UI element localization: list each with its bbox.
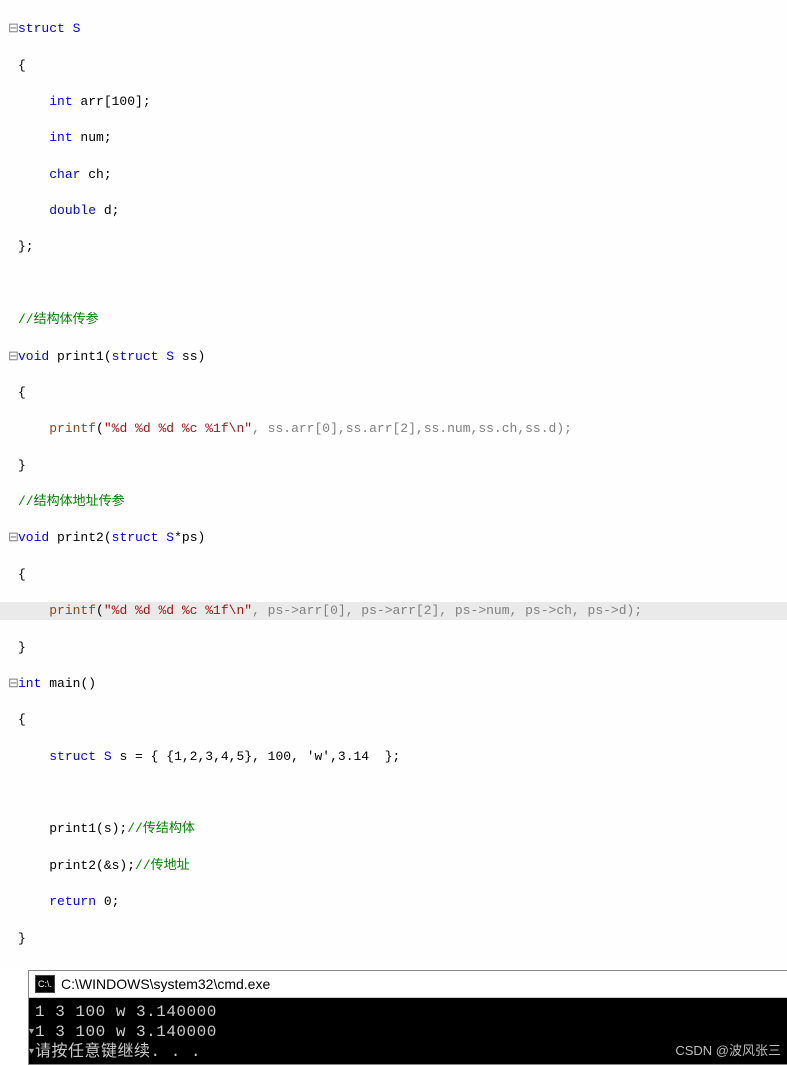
- keyword: struct: [18, 21, 65, 36]
- terminal-output[interactable]: 1 3 100 w 3.140000 1 3 100 w 3.140000 请按…: [29, 998, 787, 1064]
- terminal-window: C:\. C:\WINDOWS\system32\cmd.exe 1 3 100…: [28, 970, 787, 1065]
- output-line: 请按任意键继续. . .: [35, 1042, 781, 1062]
- output-line: 1 3 100 w 3.140000: [35, 1002, 781, 1022]
- fold-icon[interactable]: ⊟: [8, 529, 18, 547]
- terminal-title-text: C:\WINDOWS\system32\cmd.exe: [61, 976, 270, 992]
- watermark: CSDN @波风张三: [675, 1040, 781, 1059]
- code-editor[interactable]: ⊟struct S { int arr[100]; int num; char …: [0, 0, 787, 968]
- comment: //结构体传参: [18, 312, 99, 327]
- fold-icon[interactable]: ⊟: [8, 20, 18, 38]
- terminal-titlebar[interactable]: C:\. C:\WINDOWS\system32\cmd.exe: [29, 971, 787, 998]
- highlighted-line: printf("%d %d %d %c %1f\n", ps->arr[0], …: [0, 602, 787, 620]
- brace: {: [18, 58, 26, 73]
- cmd-icon: C:\.: [35, 975, 55, 993]
- output-line: 1 3 100 w 3.140000: [35, 1022, 781, 1042]
- comment: //结构体地址传参: [18, 494, 125, 509]
- struct-name: S: [73, 21, 81, 36]
- fold-icon[interactable]: ⊟: [8, 348, 18, 366]
- fold-icon[interactable]: ⊟: [8, 675, 18, 693]
